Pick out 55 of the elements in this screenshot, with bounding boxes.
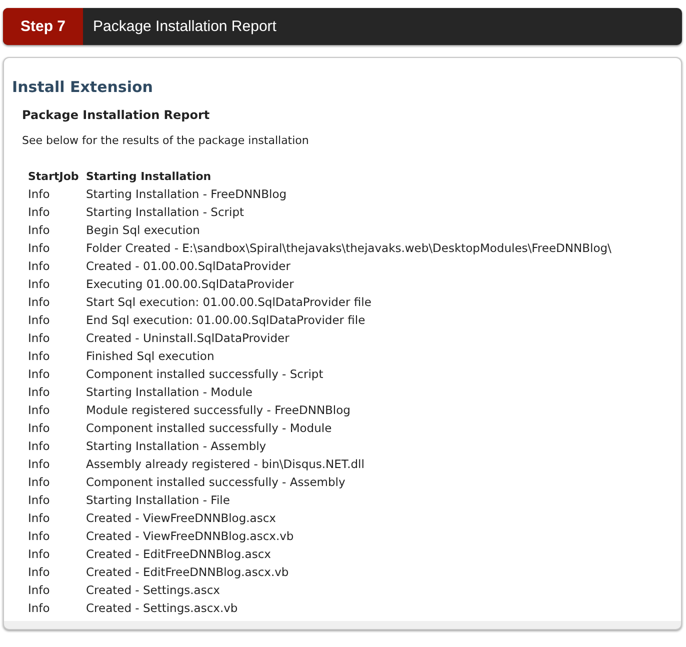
table-cell-text: Info: [28, 276, 51, 293]
table-cell-text: Starting Installation - Assembly: [86, 438, 268, 455]
intro-text: See below for the results of the package installation: [22, 134, 310, 147]
table-cell-text: Created - ViewFreeDNNBlog.ascx: [86, 510, 277, 527]
table-cell-text: Info: [28, 582, 51, 599]
table-cell-text: Module registered successfully - FreeDNNBlog: [86, 402, 352, 419]
table-cell-text: End Sql execution: 01.00.00.SqlDataProvider file: [86, 312, 366, 329]
table-cell-text: Info: [28, 240, 51, 257]
table-cell-text: Info: [28, 420, 51, 437]
step-badge: Step 7: [3, 8, 83, 45]
report-heading: Package Installation Report: [22, 108, 211, 122]
table-cell-text: Info: [28, 438, 51, 455]
column-header: Starting Installation: [86, 168, 212, 184]
table-cell-text: Info: [28, 528, 51, 545]
table-cell-text: Info: [28, 546, 51, 563]
table-cell-text: Folder Created - E:\sandbox\Spiral\thejavaks\thejavaks.web\DesktopModules\FreeDNNBlog\: [86, 240, 612, 257]
table-cell-text: Info: [28, 294, 51, 311]
table-cell-text: Component installed successfully - Script: [86, 366, 324, 383]
table-cell-text: Info: [28, 312, 51, 329]
panel-title: Install Extension: [12, 78, 154, 96]
table-cell-text: Assembly already registered - bin\Disqus.NET.dll: [86, 456, 366, 473]
table-cell-text: Begin Sql execution: [86, 222, 201, 239]
table-cell-text: Created - Uninstall.SqlDataProvider: [86, 330, 290, 347]
table-cell-text: Starting Installation - FreeDNNBlog: [86, 186, 288, 203]
table-cell-text: Starting Installation - File: [86, 492, 231, 509]
table-cell-text: Created - 01.00.00.SqlDataProvider: [86, 258, 292, 275]
table-cell-text: Starting Installation - Script: [86, 204, 246, 221]
table-cell-text: Start Sql execution: 01.00.00.SqlDataProvider file: [86, 294, 372, 311]
table-cell-text: Component installed successfully - Assembly: [86, 474, 346, 491]
table-cell-text: Created - EditFreeDNNBlog.ascx.vb: [86, 564, 290, 581]
table-cell-text: Starting Installation - Module: [86, 384, 254, 401]
table-cell-text: Info: [28, 474, 51, 491]
table-cell-text: Info: [28, 330, 51, 347]
table-cell-text: Created - Settings.ascx: [86, 582, 221, 599]
table-cell-text: Component installed successfully - Module: [86, 420, 333, 437]
table-cell-text: Executing 01.00.00.SqlDataProvider: [86, 276, 295, 293]
table-cell-text: Info: [28, 258, 51, 275]
table-cell: Info: [28, 455, 86, 473]
table-cell-text: Finished Sql execution: [86, 348, 216, 365]
step-title: Package Installation Report: [92, 17, 276, 37]
table-cell-text: Info: [28, 402, 51, 419]
table-cell-text: Created - Settings.ascx.vb: [86, 600, 239, 617]
table-cell-text: Info: [28, 492, 51, 509]
table-cell-text: Created - ViewFreeDNNBlog.ascx.vb: [86, 528, 295, 545]
table-cell-text: Info: [28, 600, 51, 617]
table-cell-text: Info: [28, 510, 51, 527]
table-cell-text: Info: [28, 366, 51, 383]
table-cell-text: Created - EditFreeDNNBlog.ascx: [86, 546, 272, 563]
table-cell-text: Info: [28, 384, 51, 401]
table-cell-text: Info: [28, 204, 51, 221]
table-cell-text: Info: [28, 222, 51, 239]
table-cell-text: Info: [28, 186, 51, 203]
column-header: StartJob: [28, 168, 80, 184]
table-cell-text: Info: [28, 564, 51, 581]
table-cell-text: Info: [28, 348, 51, 365]
